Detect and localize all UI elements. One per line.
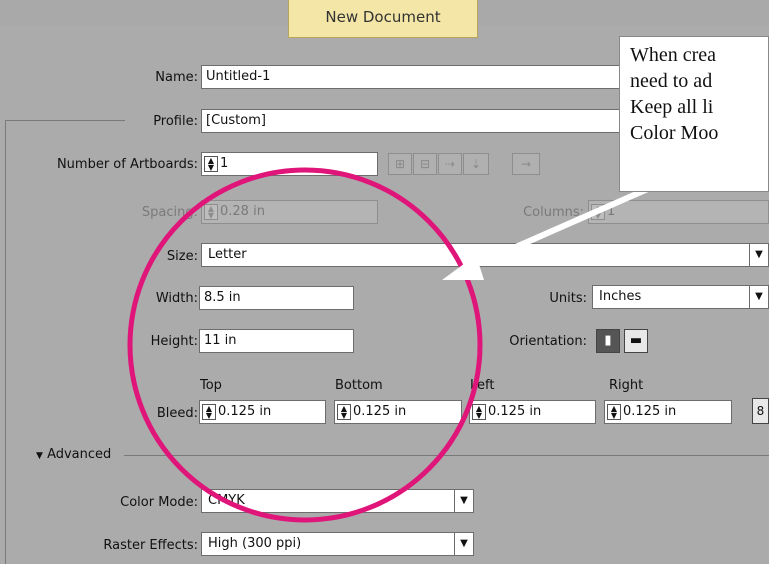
callout-box: When crea need to ad Keep all li Color M… [619,36,769,192]
callout-line-2: need to ad [630,70,713,92]
callout-line-4: Color Moo [630,122,719,144]
callout-arrow-line [466,185,652,271]
callout-arrowhead [442,255,484,280]
callout-line-1: When crea [630,44,717,66]
callout-line-3: Keep all li [630,96,714,118]
highlight-circle [127,167,483,523]
